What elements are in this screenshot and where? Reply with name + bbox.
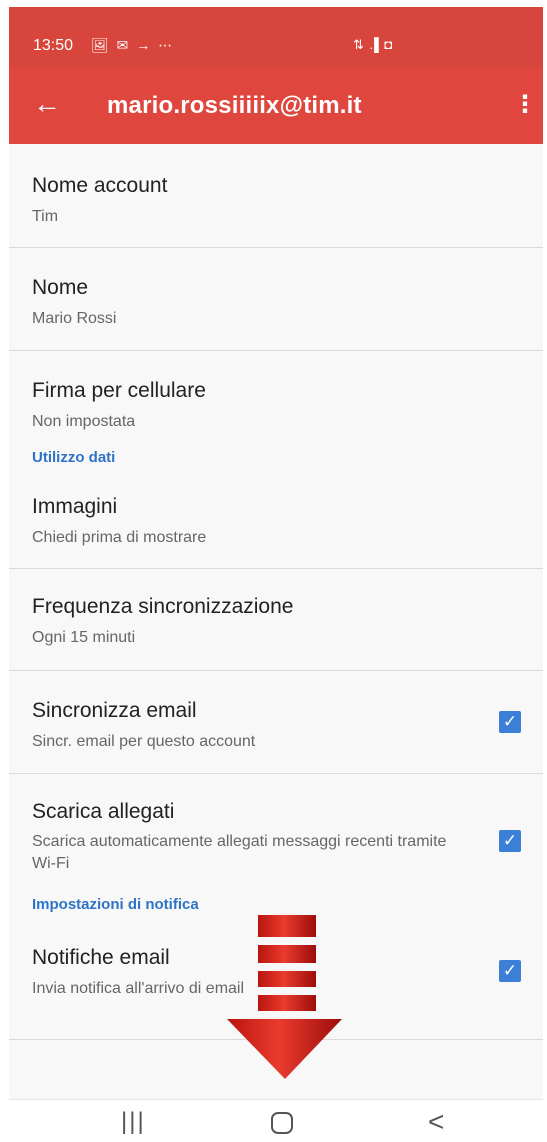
section-label: Utilizzo dati: [32, 449, 116, 466]
setting-download-attachments[interactable]: Scarica allegati Scarica automaticamente…: [9, 774, 543, 894]
notification-icons: 🖼 ✉ → ⋯: [91, 37, 175, 53]
status-time: 13:50: [33, 37, 74, 54]
phone-screen: 13:50 🖼 ✉ → ⋯ ⇅ .▌◘ ← mario.rossiiiiix@t…: [9, 7, 543, 1142]
setting-title: Nome: [32, 276, 89, 299]
more-options-icon[interactable]: ⋮: [513, 89, 537, 123]
section-label: Impostazioni di notifica: [32, 896, 199, 913]
setting-images[interactable]: Immagini Chiedi prima di mostrare: [9, 475, 543, 569]
setting-value: Scarica automaticamente allegati messagg…: [32, 833, 447, 872]
back-arrow-icon[interactable]: ←: [33, 89, 65, 121]
setting-title: Frequenza sincronizzazione: [32, 595, 294, 618]
settings-list: Nome account Tim Nome Mario Rossi Firma …: [9, 144, 543, 1040]
setting-title: Notifiche email: [32, 946, 170, 969]
setting-value: Chiedi prima di mostrare: [32, 529, 207, 546]
sync-email-checkbox[interactable]: ✓: [499, 711, 521, 733]
setting-sync-frequency[interactable]: Frequenza sincronizzazione Ogni 15 minut…: [9, 569, 543, 671]
setting-account-name[interactable]: Nome account Tim: [9, 144, 543, 248]
setting-value: Non impostata: [32, 413, 136, 430]
navigation-bar: ||| <: [9, 1099, 543, 1142]
setting-title: Scarica allegati: [32, 800, 175, 823]
setting-name[interactable]: Nome Mario Rossi: [9, 248, 543, 351]
setting-value: Sincr. email per questo account: [32, 733, 256, 750]
app-bar: ← mario.rossiiiiix@tim.it ⋮: [9, 67, 543, 144]
setting-title: Immagini: [32, 495, 118, 518]
account-title: mario.rossiiiiix@tim.it: [107, 92, 362, 119]
status-bar: 13:50 🖼 ✉ → ⋯ ⇅ .▌◘: [9, 7, 543, 67]
setting-value: Tim: [32, 208, 59, 225]
email-notifications-checkbox[interactable]: ✓: [499, 960, 521, 982]
nav-back-icon[interactable]: <: [428, 1106, 444, 1138]
setting-title: Firma per cellulare: [32, 379, 206, 402]
setting-signature[interactable]: Firma per cellulare Non impostata: [9, 351, 543, 445]
setting-title: Sincronizza email: [32, 699, 197, 722]
setting-sync-email[interactable]: Sincronizza email Sincr. email per quest…: [9, 671, 543, 774]
home-icon[interactable]: [271, 1112, 293, 1134]
download-attachments-checkbox[interactable]: ✓: [499, 830, 521, 852]
recents-icon[interactable]: |||: [121, 1108, 146, 1136]
signal-battery-icons: ⇅ .▌◘: [353, 37, 394, 52]
setting-value: Mario Rossi: [32, 310, 117, 327]
setting-title: Nome account: [32, 174, 168, 197]
section-data-usage: Utilizzo dati: [9, 445, 543, 475]
scroll-down-arrow-icon: [227, 915, 342, 1079]
setting-value: Ogni 15 minuti: [32, 629, 136, 646]
